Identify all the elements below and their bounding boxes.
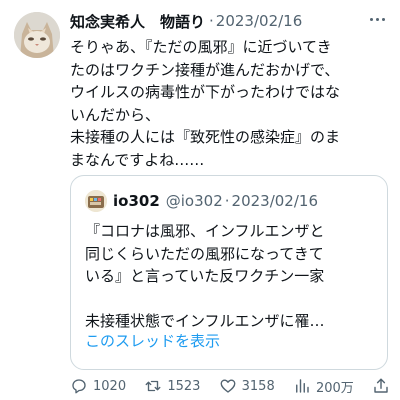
quoted-text-truncated: 未接種状態でインフルエンザに罹… [85, 311, 325, 330]
tweet-actions: 1020 1523 3158 200万 [70, 376, 390, 396]
reply-icon [72, 379, 86, 394]
quoted-date[interactable]: 2023/02/16 [232, 192, 318, 210]
tweet-text-line: たのはワクチン接種が進んだおかげで、 [70, 60, 340, 79]
quoted-author-handle[interactable]: @io302 [166, 192, 223, 210]
tweet-header: 知念実希人 物語り · 2023/02/16 [70, 10, 400, 32]
quoted-tweet[interactable]: io302 @io302 · 2023/02/16 『コロナは風邪、インフルエン… [70, 175, 388, 370]
views-bar-chart-icon [295, 379, 309, 393]
retweet-icon [145, 380, 161, 392]
tweet-text-line: まなんですよね…… [70, 150, 205, 169]
quoted-text-line: いる』と言っていた反ワクチン一家 [85, 267, 325, 285]
quoted-author-avatar[interactable] [85, 190, 107, 212]
quoted-text-line: 同じくらいただの風邪になってきて [85, 244, 324, 263]
tweet-text-line: いんだから、 [70, 105, 161, 124]
more-dots-icon [369, 17, 385, 21]
retweet-button[interactable]: 1523 [144, 377, 200, 395]
more-options-button[interactable] [366, 11, 388, 27]
quoted-avatar-icon [85, 190, 107, 212]
tweet-text-line: ウイルスの病毒性が下がったわけではな [70, 83, 341, 101]
quoted-author-name[interactable]: io302 [113, 192, 160, 210]
tweet-date[interactable]: 2023/02/16 [216, 12, 302, 30]
reply-count: 1020 [93, 378, 127, 394]
quoted-text-line: 『コロナは風邪、インフルエンザと [85, 222, 325, 240]
like-count: 3158 [241, 378, 275, 394]
author-name[interactable]: 知念実希人 物語り [70, 11, 205, 32]
views-button[interactable]: 200万 [293, 377, 354, 396]
views-count: 200万 [315, 380, 354, 396]
author-avatar[interactable] [14, 12, 60, 58]
cat-avatar-icon [14, 12, 60, 58]
retweet-count: 1523 [167, 378, 201, 394]
like-button[interactable]: 3158 [219, 377, 275, 395]
show-thread-link[interactable]: このスレッドを表示 [85, 330, 220, 351]
quoted-text: 『コロナは風邪、インフルエンザと 同じくらいただの風邪になってきて いる』と言っ… [85, 220, 377, 332]
header-separator: · [209, 12, 214, 30]
heart-icon [220, 379, 236, 393]
share-button[interactable] [372, 377, 390, 395]
quoted-separator: · [224, 192, 230, 210]
tweet-text: そりゃあ、『ただの風邪』に近づいてき たのはワクチン接種が進んだおかげで、 ウイ… [70, 36, 388, 171]
reply-button[interactable]: 1020 [70, 377, 126, 395]
tweet-text-line: 未接種の人には『致死性の感染症』のま [70, 128, 341, 146]
quoted-header: io302 @io302 · 2023/02/16 [113, 190, 318, 212]
share-icon [374, 378, 388, 393]
tweet-text-line: そりゃあ、『ただの風邪』に近づいてき [70, 38, 332, 56]
